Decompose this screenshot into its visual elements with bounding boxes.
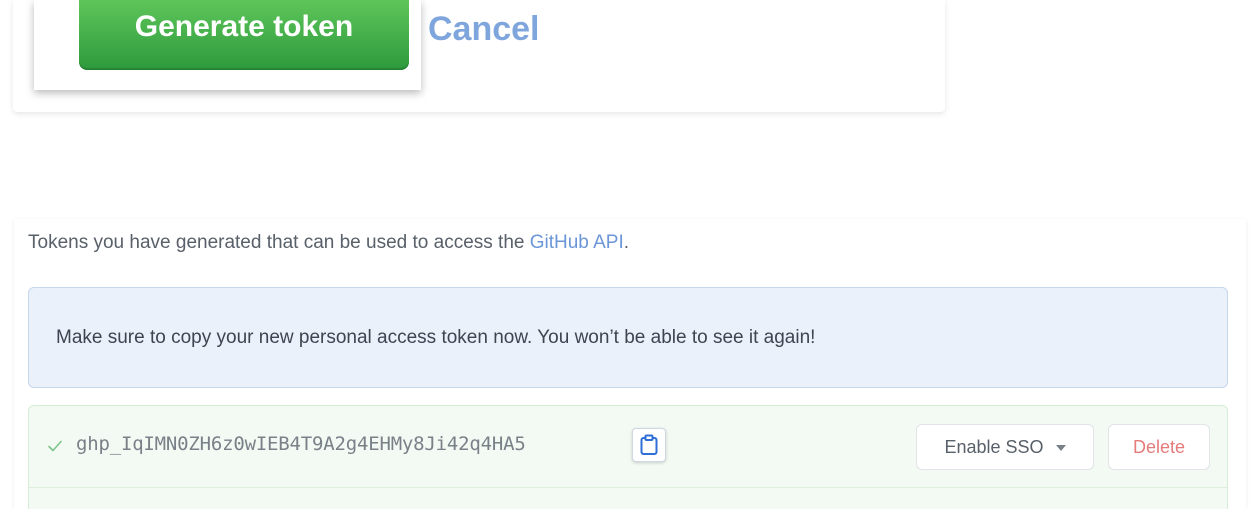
generate-token-panel: Generate token Cancel [13, 0, 945, 112]
token-row: ghp_IqIMN0ZH6z0wIEB4T9A2g4EHMy8Ji42q4HA5… [29, 406, 1227, 488]
token-list: ghp_IqIMN0ZH6z0wIEB4T9A2g4EHMy8Ji42q4HA5… [28, 405, 1228, 509]
generate-token-button[interactable]: Generate token [79, 0, 409, 70]
clipboard-icon [640, 434, 658, 455]
copy-token-notice-text: Make sure to copy your new personal acce… [56, 326, 816, 348]
tokens-description-suffix: . [623, 232, 630, 253]
github-api-link[interactable]: GitHub API [530, 232, 624, 253]
caret-down-icon [1055, 445, 1066, 451]
tokens-description-text: Tokens you have generated that can be us… [28, 232, 530, 253]
copy-token-notice: Make sure to copy your new personal acce… [28, 287, 1228, 388]
check-icon [48, 440, 62, 452]
enable-sso-button[interactable]: Enable SSO [916, 424, 1094, 470]
delete-token-button[interactable]: Delete [1108, 424, 1210, 470]
generate-button-highlight: Generate token [34, 0, 421, 90]
personal-access-tokens-panel: Tokens you have generated that can be us… [14, 219, 1246, 509]
copy-token-button[interactable] [632, 428, 666, 462]
enable-sso-label: Enable SSO [944, 436, 1044, 457]
tokens-description: Tokens you have generated that can be us… [28, 232, 629, 254]
token-value: ghp_IqIMN0ZH6z0wIEB4T9A2g4EHMy8Ji42q4HA5 [76, 433, 526, 455]
cancel-link[interactable]: Cancel [428, 10, 540, 49]
